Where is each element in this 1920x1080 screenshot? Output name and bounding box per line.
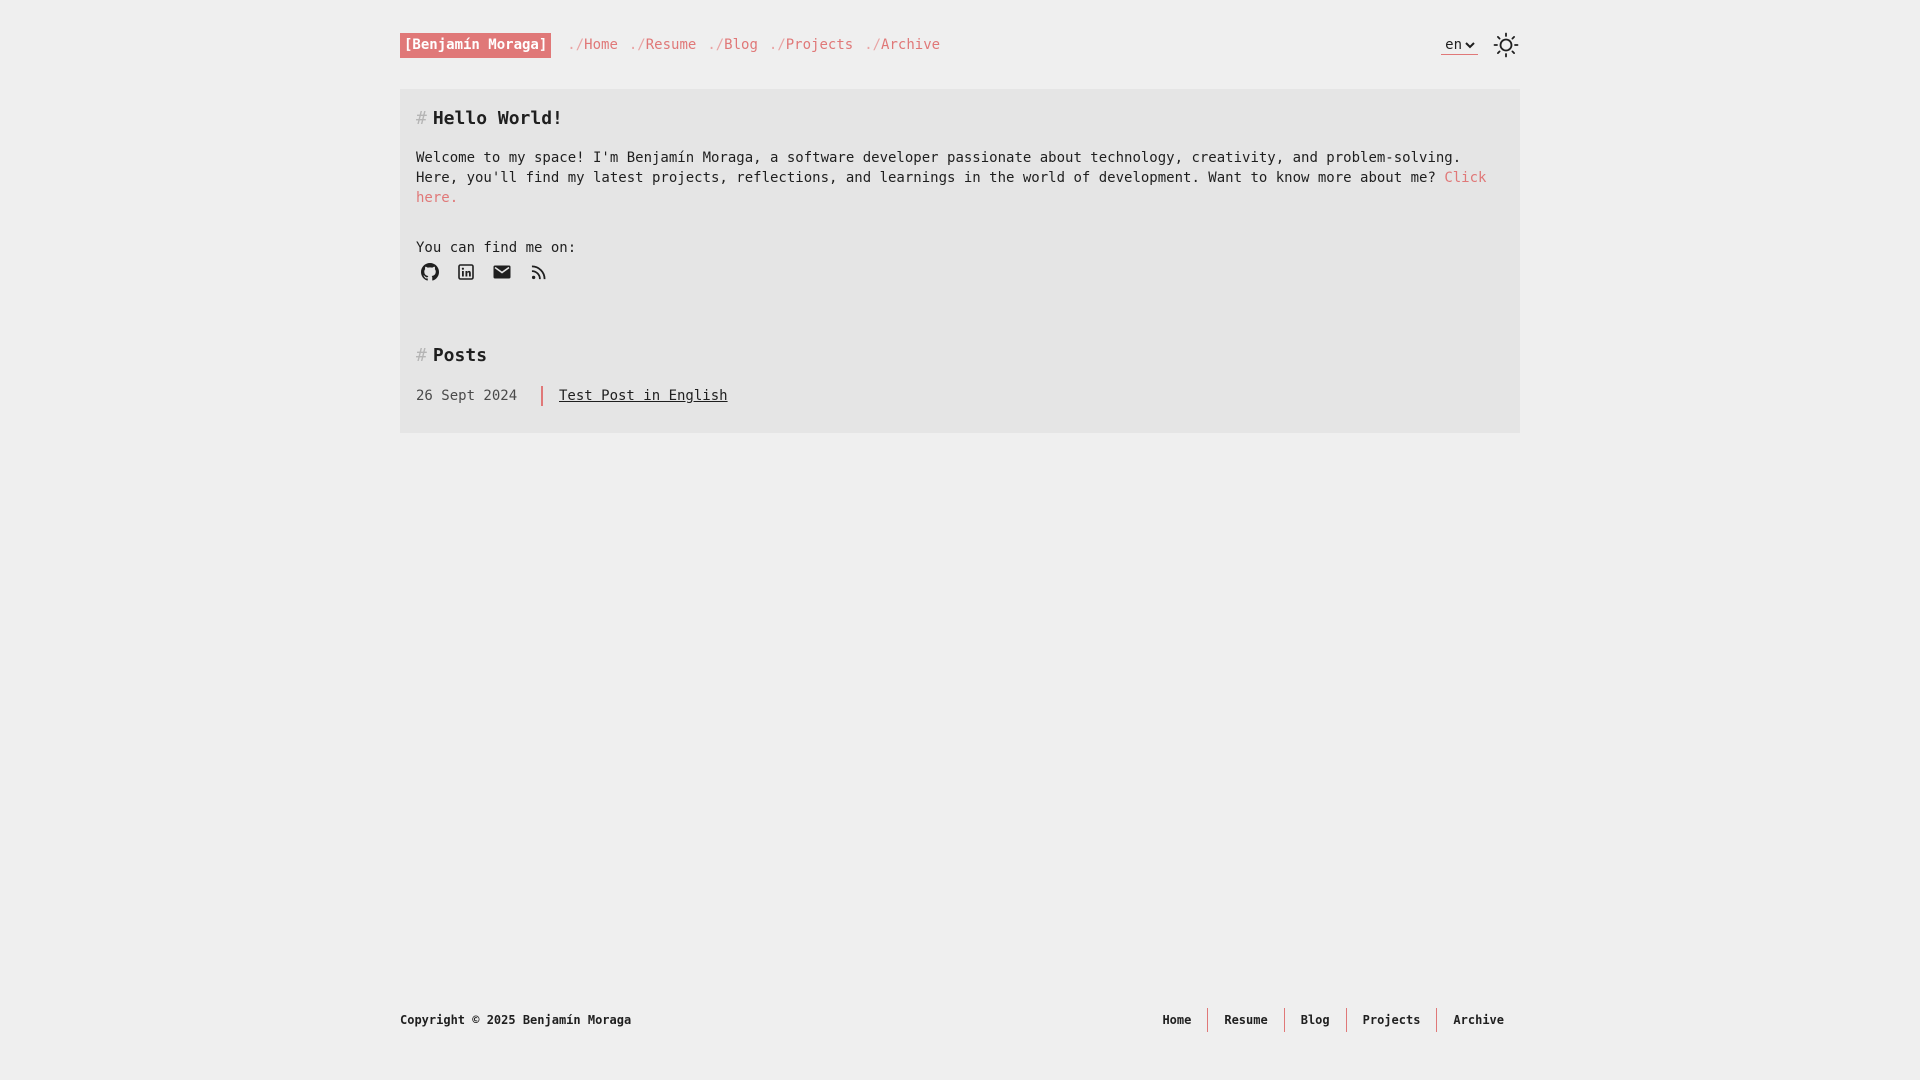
heading-hash: # [416,344,427,366]
mail-icon [493,265,511,279]
heading-hash: # [416,107,427,129]
site-header: [Benjamín Moraga] ./Home ./Resume ./Blog… [400,32,1520,58]
nav-resume[interactable]: ./Resume [629,37,696,53]
main-nav: ./Home ./Resume ./Blog ./Projects ./Arch… [567,37,951,53]
post-date: 26 Sept 2024 [416,388,518,404]
post-divider [541,386,543,406]
footer-link-home[interactable]: Home [1146,1008,1207,1032]
footer-link-resume[interactable]: Resume [1207,1008,1283,1032]
nav-blog[interactable]: ./Blog [707,37,758,53]
nav-prefix: ./ [707,37,725,53]
language-select[interactable]: en [1441,36,1478,55]
intro-heading: # Hello World! [416,107,1504,129]
rss-icon [531,265,545,279]
language-value: en [1445,36,1462,53]
nav-prefix: ./ [567,37,585,53]
nav-projects[interactable]: ./Projects [769,37,853,53]
linkedin-link[interactable] [456,262,476,282]
theme-toggle-button[interactable] [1492,31,1520,59]
sun-icon [1493,32,1519,58]
nav-prefix: ./ [628,37,646,53]
footer-link-archive[interactable]: Archive [1436,1008,1520,1032]
post-link[interactable]: Test Post in English [559,388,728,404]
social-links [420,262,1504,282]
nav-archive[interactable]: ./Archive [864,37,940,53]
nav-label: Resume [645,37,697,53]
nav-prefix: ./ [768,37,786,53]
posts-title: Posts [432,344,488,366]
find-me-label: You can find me on: [416,240,577,256]
footer-link-blog[interactable]: Blog [1283,1008,1346,1032]
posts-heading: # Posts [416,344,1504,366]
nav-label: Archive [881,37,941,53]
nav-home[interactable]: ./Home [567,37,618,53]
copyright-text: Copyright © 2025 Benjamín Moraga [400,1013,632,1027]
linkedin-icon [458,264,474,280]
nav-prefix: ./ [864,37,882,53]
rss-link[interactable] [528,262,548,282]
github-link[interactable] [420,262,440,282]
post-list-item: 26 Sept 2024 Test Post in English [416,386,1504,406]
github-icon [421,263,439,281]
nav-label: Blog [724,37,758,53]
main-card: # Hello World! Welcome to my space! I'm … [400,89,1520,433]
intro-title: Hello World! [432,107,563,129]
intro-paragraph: Welcome to my space! I'm Benjamín Moraga… [416,148,1506,208]
footer-nav: Home Resume Blog Projects Archive [1146,1008,1520,1032]
mail-link[interactable] [492,262,512,282]
footer-link-projects[interactable]: Projects [1345,1008,1437,1032]
intro-text: Welcome to my space! I'm Benjamín Moraga… [416,150,1462,186]
brand-logo[interactable]: [Benjamín Moraga] [400,32,552,58]
header-controls: en [1441,31,1520,59]
site-footer: Copyright © 2025 Benjamín Moraga Home Re… [400,1008,1520,1032]
nav-label: Home [584,37,618,53]
nav-label: Projects [785,37,854,53]
chevron-down-icon [1465,41,1475,48]
